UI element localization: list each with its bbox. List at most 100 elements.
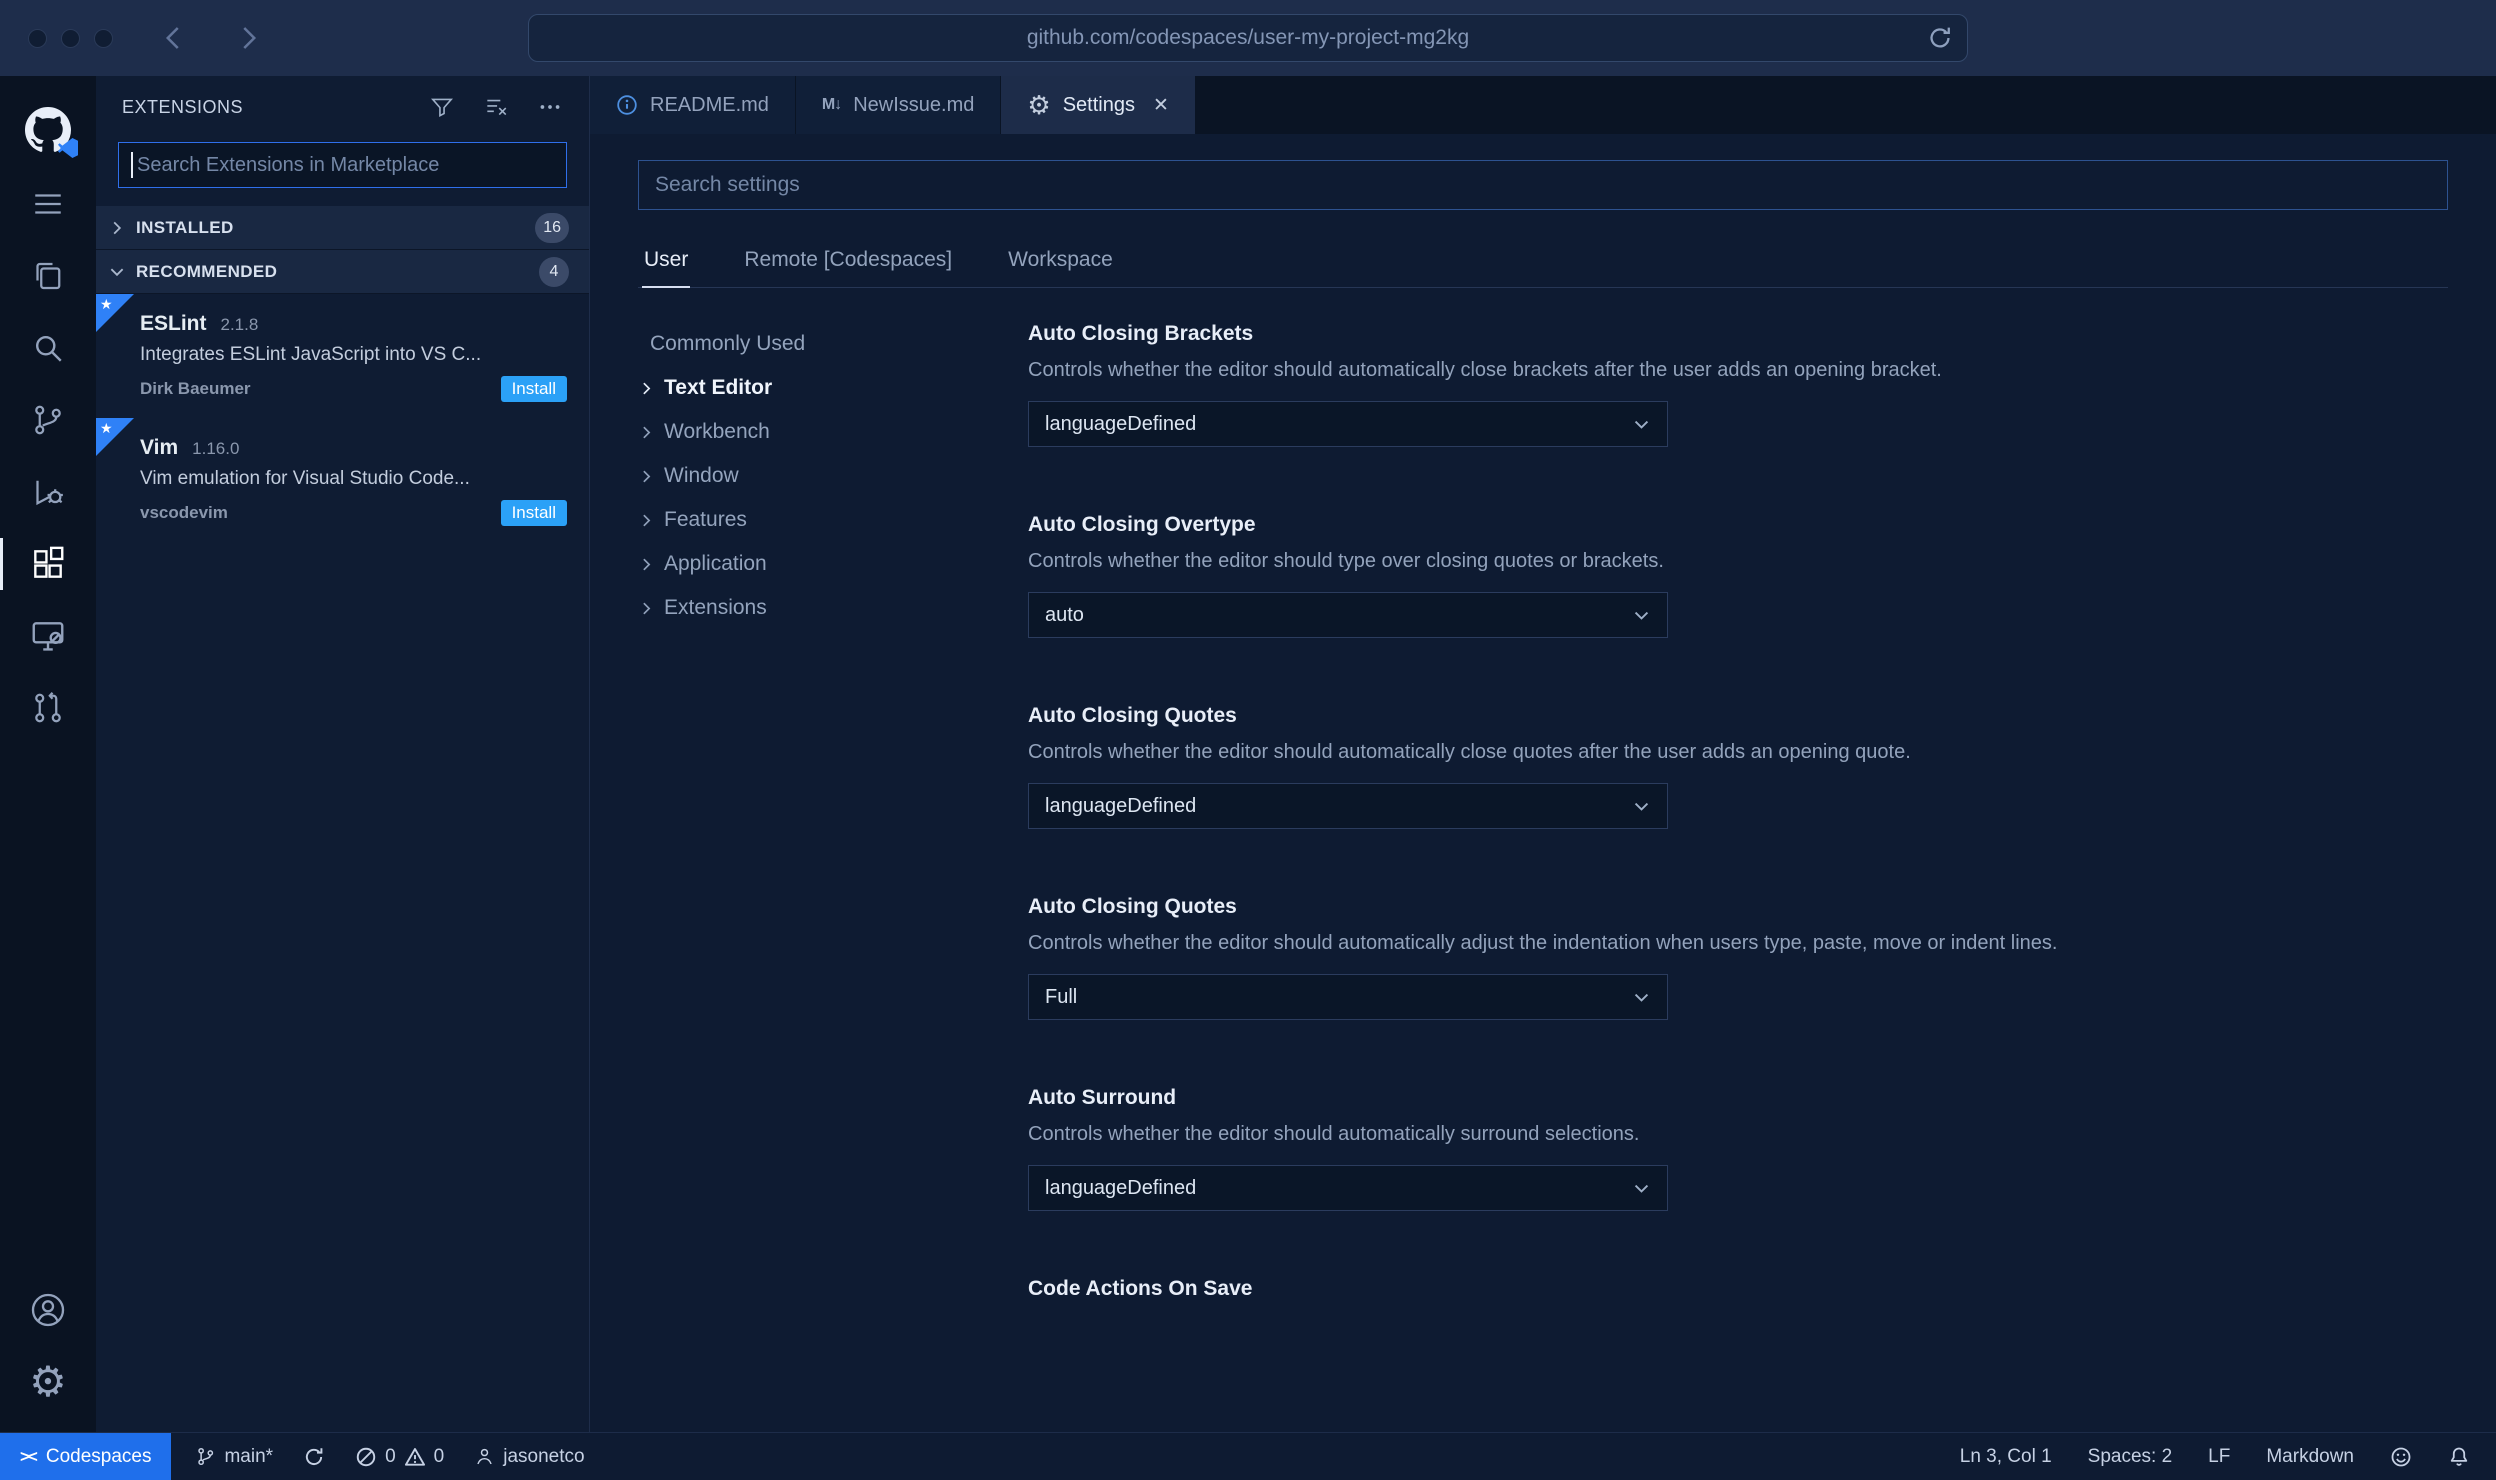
setting-description: Controls whether the editor should autom… bbox=[1028, 359, 1942, 381]
extension-item-vim[interactable]: ★ Vim 1.16.0 Vim emulation for Visual St… bbox=[96, 418, 589, 542]
toc-item-window[interactable]: Window bbox=[638, 454, 968, 498]
warnings-icon bbox=[404, 1447, 425, 1466]
setting-auto-closing-brackets: Auto Closing Brackets Controls whether t… bbox=[1028, 322, 2448, 447]
user-indicator[interactable]: jasonetco bbox=[474, 1446, 585, 1468]
menu-button[interactable] bbox=[0, 168, 96, 240]
tab-readme[interactable]: README.md bbox=[590, 76, 796, 134]
install-button[interactable]: Install bbox=[500, 376, 567, 402]
chevron-right-icon bbox=[638, 600, 655, 617]
setting-title: Auto Closing Quotes bbox=[1028, 895, 1237, 918]
chevron-right-icon bbox=[638, 512, 655, 529]
setting-title: Code Actions On Save bbox=[1028, 1277, 1253, 1300]
toc-item-application[interactable]: Application bbox=[638, 542, 968, 586]
window-minimize-button[interactable] bbox=[61, 28, 80, 48]
gear-icon: ⚙ bbox=[1027, 90, 1051, 120]
setting-auto-closing-overtype: Auto Closing Overtype Controls whether t… bbox=[1028, 513, 2448, 638]
close-icon[interactable]: ✕ bbox=[1153, 94, 1169, 117]
chevron-down-icon bbox=[1632, 415, 1651, 434]
sidebar-item-search[interactable] bbox=[0, 312, 96, 384]
window-controls bbox=[28, 28, 113, 48]
account-icon bbox=[31, 1293, 65, 1327]
sync-button[interactable] bbox=[303, 1446, 325, 1468]
setting-auto-indent: Auto Closing Quotes Controls whether the… bbox=[1028, 895, 2448, 1020]
extension-version: 2.1.8 bbox=[220, 315, 259, 334]
setting-auto-surround: Auto Surround Controls whether the edito… bbox=[1028, 1086, 2448, 1211]
scope-tab-remote[interactable]: Remote [Codespaces] bbox=[742, 242, 954, 287]
cursor-position-indicator[interactable]: Ln 3, Col 1 bbox=[1960, 1446, 2052, 1468]
setting-dropdown[interactable]: languageDefined bbox=[1028, 1165, 1668, 1211]
branch-indicator[interactable]: main* bbox=[195, 1446, 273, 1468]
gear-icon: ⚙ bbox=[29, 1358, 67, 1405]
setting-dropdown[interactable]: auto bbox=[1028, 592, 1668, 638]
settings-search-input[interactable] bbox=[638, 160, 2448, 210]
sidebar-item-extensions[interactable] bbox=[0, 528, 96, 600]
window-close-button[interactable] bbox=[28, 28, 47, 48]
bell-icon bbox=[2450, 1447, 2468, 1466]
extension-name: ESLint bbox=[140, 312, 207, 335]
extensions-sidebar: EXTENSIONS INSTALLED 16 bbox=[96, 76, 590, 1432]
setting-title: Auto Closing Quotes bbox=[1028, 704, 1237, 727]
install-button[interactable]: Install bbox=[500, 500, 567, 526]
setting-description: Controls whether the editor should autom… bbox=[1028, 932, 2058, 954]
indentation-indicator[interactable]: Spaces: 2 bbox=[2088, 1446, 2173, 1468]
setting-code-actions-on-save: Code Actions On Save bbox=[1028, 1277, 2448, 1301]
toc-item-text-editor[interactable]: Text Editor bbox=[638, 366, 968, 410]
setting-title: Auto Closing Brackets bbox=[1028, 322, 1254, 345]
extension-item-eslint[interactable]: ★ ESLint 2.1.8 Integrates ESLint JavaScr… bbox=[96, 294, 589, 418]
tab-label: NewIssue.md bbox=[853, 93, 975, 116]
chevron-right-icon bbox=[638, 468, 655, 485]
setting-dropdown[interactable]: languageDefined bbox=[1028, 401, 1668, 447]
extensions-search-input[interactable] bbox=[118, 142, 567, 188]
feedback-smiley-icon bbox=[2391, 1447, 2411, 1466]
sidebar-item-remote-explorer[interactable] bbox=[0, 600, 96, 672]
tab-settings[interactable]: ⚙ Settings ✕ bbox=[1001, 76, 1196, 134]
sidebar-item-pull-requests[interactable] bbox=[0, 672, 96, 744]
scope-tab-workspace[interactable]: Workspace bbox=[1006, 242, 1115, 287]
scope-tab-user[interactable]: User bbox=[642, 242, 691, 288]
feedback-button[interactable] bbox=[2390, 1446, 2412, 1468]
window-maximize-button[interactable] bbox=[94, 28, 113, 48]
eol-indicator[interactable]: LF bbox=[2208, 1446, 2230, 1468]
notifications-button[interactable] bbox=[2448, 1446, 2470, 1468]
setting-auto-closing-quotes: Auto Closing Quotes Controls whether the… bbox=[1028, 704, 2448, 829]
browser-back-icon[interactable] bbox=[159, 23, 189, 53]
extension-description: Vim emulation for Visual Studio Code... bbox=[140, 468, 470, 489]
codespaces-status-button[interactable]: >< Codespaces bbox=[0, 1433, 172, 1480]
problems-indicator[interactable]: 0 0 bbox=[355, 1446, 444, 1468]
run-debug-icon bbox=[36, 480, 63, 506]
more-actions-icon[interactable] bbox=[537, 94, 563, 120]
info-icon bbox=[616, 94, 638, 116]
sidebar-item-run-debug[interactable] bbox=[0, 456, 96, 528]
settings-gear-button[interactable]: ⚙ bbox=[0, 1346, 96, 1418]
language-mode-indicator[interactable]: Markdown bbox=[2266, 1446, 2354, 1468]
tab-label: Settings bbox=[1062, 93, 1135, 116]
toc-item-features[interactable]: Features bbox=[638, 498, 968, 542]
section-installed[interactable]: INSTALLED 16 bbox=[96, 206, 589, 250]
tab-newissue[interactable]: M↓ NewIssue.md bbox=[795, 76, 1002, 134]
github-codespaces-logo-icon bbox=[0, 92, 96, 168]
section-recommended[interactable]: RECOMMENDED 4 bbox=[96, 250, 589, 294]
account-button[interactable] bbox=[0, 1274, 96, 1346]
setting-dropdown[interactable]: Full bbox=[1028, 974, 1668, 1020]
errors-icon bbox=[356, 1447, 376, 1466]
chevron-right-icon bbox=[638, 556, 655, 573]
user-icon bbox=[477, 1448, 492, 1465]
toc-item-extensions[interactable]: Extensions bbox=[638, 586, 968, 630]
filter-icon[interactable] bbox=[429, 94, 455, 120]
clear-filter-icon[interactable] bbox=[483, 94, 509, 120]
extension-description: Integrates ESLint JavaScript into VS C..… bbox=[140, 344, 482, 365]
source-control-icon bbox=[35, 405, 61, 435]
setting-dropdown[interactable]: languageDefined bbox=[1028, 783, 1668, 829]
toc-item-commonly-used[interactable]: Commonly Used bbox=[638, 322, 968, 366]
sidebar-item-explorer[interactable] bbox=[0, 240, 96, 312]
branch-icon bbox=[198, 1447, 214, 1466]
toc-item-workbench[interactable]: Workbench bbox=[638, 410, 968, 454]
refresh-icon[interactable] bbox=[1927, 25, 1953, 51]
browser-forward-icon[interactable] bbox=[233, 23, 263, 53]
remote-explorer-icon bbox=[32, 622, 64, 651]
setting-description: Controls whether the editor should type … bbox=[1028, 550, 1664, 572]
text-caret bbox=[131, 152, 133, 178]
address-bar[interactable]: github.com/codespaces/user-my-project-mg… bbox=[528, 14, 1968, 62]
setting-title: Auto Surround bbox=[1028, 1086, 1177, 1109]
sidebar-item-source-control[interactable] bbox=[0, 384, 96, 456]
